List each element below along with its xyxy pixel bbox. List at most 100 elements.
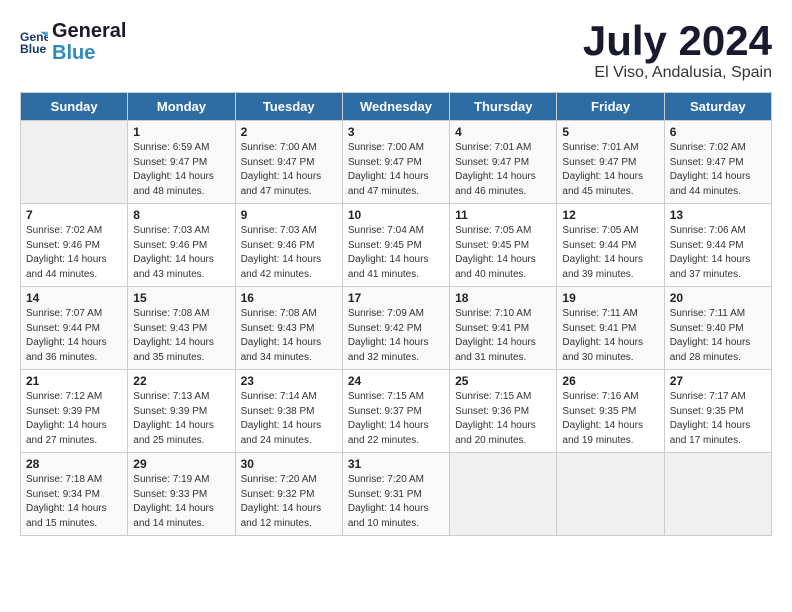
calendar-week-row: 7 Sunrise: 7:02 AMSunset: 9:46 PMDaylight… [21,204,772,287]
calendar-cell: 7 Sunrise: 7:02 AMSunset: 9:46 PMDaylight… [21,204,128,287]
calendar-cell: 2 Sunrise: 7:00 AMSunset: 9:47 PMDaylight… [235,121,342,204]
weekday-header-saturday: Saturday [664,93,771,121]
calendar-cell [557,453,664,536]
day-number: 21 [26,374,122,388]
calendar-cell: 9 Sunrise: 7:03 AMSunset: 9:46 PMDaylight… [235,204,342,287]
logo-text: General Blue [52,20,126,64]
cell-sun-info: Sunrise: 7:10 AMSunset: 9:41 PMDaylight:… [455,307,551,365]
logo: General Blue General Blue [20,20,126,64]
calendar-cell: 5 Sunrise: 7:01 AMSunset: 9:47 PMDaylight… [557,121,664,204]
cell-sun-info: Sunrise: 7:05 AMSunset: 9:44 PMDaylight:… [562,224,658,282]
location-subtitle: El Viso, Andalusia, Spain [583,64,772,82]
title-area: July 2024 El Viso, Andalusia, Spain [583,20,772,82]
calendar-cell: 26 Sunrise: 7:16 AMSunset: 9:35 PMDayligh… [557,370,664,453]
cell-sun-info: Sunrise: 7:19 AMSunset: 9:33 PMDaylight:… [133,473,229,531]
cell-sun-info: Sunrise: 7:04 AMSunset: 9:45 PMDaylight:… [348,224,444,282]
cell-sun-info: Sunrise: 7:12 AMSunset: 9:39 PMDaylight:… [26,390,122,448]
day-number: 22 [133,374,229,388]
calendar-cell: 25 Sunrise: 7:15 AMSunset: 9:36 PMDayligh… [450,370,557,453]
calendar-week-row: 14 Sunrise: 7:07 AMSunset: 9:44 PMDayligh… [21,287,772,370]
calendar-cell: 8Sunrise: 7:03 AMSunset: 9:46 PMDaylight… [128,204,235,287]
calendar-cell: 21 Sunrise: 7:12 AMSunset: 9:39 PMDayligh… [21,370,128,453]
calendar-cell: 3 Sunrise: 7:00 AMSunset: 9:47 PMDaylight… [342,121,449,204]
calendar-cell: 18Sunrise: 7:10 AMSunset: 9:41 PMDayligh… [450,287,557,370]
cell-sun-info: Sunrise: 7:09 AMSunset: 9:42 PMDaylight:… [348,307,444,365]
day-number: 7 [26,208,122,222]
calendar-cell: 10 Sunrise: 7:04 AMSunset: 9:45 PMDayligh… [342,204,449,287]
calendar-cell: 24Sunrise: 7:15 AMSunset: 9:37 PMDayligh… [342,370,449,453]
calendar-cell: 16 Sunrise: 7:08 AMSunset: 9:43 PMDayligh… [235,287,342,370]
cell-sun-info: Sunrise: 7:16 AMSunset: 9:35 PMDaylight:… [562,390,658,448]
day-number: 2 [241,125,337,139]
day-number: 28 [26,457,122,471]
calendar-cell: 11 Sunrise: 7:05 AMSunset: 9:45 PMDayligh… [450,204,557,287]
logo-icon: General Blue [20,28,48,56]
cell-sun-info: Sunrise: 7:05 AMSunset: 9:45 PMDaylight:… [455,224,551,282]
day-number: 11 [455,208,551,222]
calendar-cell: 22 Sunrise: 7:13 AMSunset: 9:39 PMDayligh… [128,370,235,453]
weekday-header-wednesday: Wednesday [342,93,449,121]
page-header: General Blue General Blue July 2024 El V… [20,20,772,82]
calendar-cell: 13Sunrise: 7:06 AMSunset: 9:44 PMDayligh… [664,204,771,287]
day-number: 27 [670,374,766,388]
calendar-table: SundayMondayTuesdayWednesdayThursdayFrid… [20,92,772,536]
calendar-cell: 28 Sunrise: 7:18 AMSunset: 9:34 PMDayligh… [21,453,128,536]
calendar-cell: 20Sunrise: 7:11 AMSunset: 9:40 PMDayligh… [664,287,771,370]
cell-sun-info: Sunrise: 7:00 AMSunset: 9:47 PMDaylight:… [348,141,444,199]
cell-sun-info: Sunrise: 7:08 AMSunset: 9:43 PMDaylight:… [241,307,337,365]
day-number: 12 [562,208,658,222]
calendar-cell: 17 Sunrise: 7:09 AMSunset: 9:42 PMDayligh… [342,287,449,370]
day-number: 14 [26,291,122,305]
weekday-header-monday: Monday [128,93,235,121]
calendar-cell: 14 Sunrise: 7:07 AMSunset: 9:44 PMDayligh… [21,287,128,370]
day-number: 5 [562,125,658,139]
cell-sun-info: Sunrise: 7:01 AMSunset: 9:47 PMDaylight:… [562,141,658,199]
calendar-week-row: 1Sunrise: 6:59 AMSunset: 9:47 PMDaylight… [21,121,772,204]
cell-sun-info: Sunrise: 7:02 AMSunset: 9:46 PMDaylight:… [26,224,122,282]
day-number: 29 [133,457,229,471]
cell-sun-info: Sunrise: 7:08 AMSunset: 9:43 PMDaylight:… [133,307,229,365]
calendar-cell [450,453,557,536]
calendar-cell: 27 Sunrise: 7:17 AMSunset: 9:35 PMDayligh… [664,370,771,453]
cell-sun-info: Sunrise: 7:18 AMSunset: 9:34 PMDaylight:… [26,473,122,531]
day-number: 31 [348,457,444,471]
calendar-cell: 1Sunrise: 6:59 AMSunset: 9:47 PMDaylight… [128,121,235,204]
day-number: 16 [241,291,337,305]
cell-sun-info: Sunrise: 7:00 AMSunset: 9:47 PMDaylight:… [241,141,337,199]
calendar-cell: 29 Sunrise: 7:19 AMSunset: 9:33 PMDayligh… [128,453,235,536]
cell-sun-info: Sunrise: 7:03 AMSunset: 9:46 PMDaylight:… [133,224,229,282]
cell-sun-info: Sunrise: 6:59 AMSunset: 9:47 PMDaylight:… [133,141,229,199]
calendar-cell: 6Sunrise: 7:02 AMSunset: 9:47 PMDaylight… [664,121,771,204]
cell-sun-info: Sunrise: 7:02 AMSunset: 9:47 PMDaylight:… [670,141,766,199]
calendar-cell: 19 Sunrise: 7:11 AMSunset: 9:41 PMDayligh… [557,287,664,370]
calendar-cell: 31Sunrise: 7:20 AMSunset: 9:31 PMDayligh… [342,453,449,536]
cell-sun-info: Sunrise: 7:03 AMSunset: 9:46 PMDaylight:… [241,224,337,282]
svg-text:Blue: Blue [20,42,47,56]
calendar-cell: 15Sunrise: 7:08 AMSunset: 9:43 PMDayligh… [128,287,235,370]
day-number: 9 [241,208,337,222]
day-number: 10 [348,208,444,222]
cell-sun-info: Sunrise: 7:20 AMSunset: 9:32 PMDaylight:… [241,473,337,531]
weekday-header-thursday: Thursday [450,93,557,121]
day-number: 30 [241,457,337,471]
weekday-header-row: SundayMondayTuesdayWednesdayThursdayFrid… [21,93,772,121]
cell-sun-info: Sunrise: 7:11 AMSunset: 9:41 PMDaylight:… [562,307,658,365]
cell-sun-info: Sunrise: 7:15 AMSunset: 9:36 PMDaylight:… [455,390,551,448]
day-number: 3 [348,125,444,139]
cell-sun-info: Sunrise: 7:13 AMSunset: 9:39 PMDaylight:… [133,390,229,448]
month-year-title: July 2024 [583,20,772,62]
day-number: 25 [455,374,551,388]
day-number: 19 [562,291,658,305]
calendar-cell [21,121,128,204]
calendar-cell: 23Sunrise: 7:14 AMSunset: 9:38 PMDayligh… [235,370,342,453]
weekday-header-friday: Friday [557,93,664,121]
day-number: 23 [241,374,337,388]
cell-sun-info: Sunrise: 7:17 AMSunset: 9:35 PMDaylight:… [670,390,766,448]
day-number: 17 [348,291,444,305]
calendar-week-row: 21 Sunrise: 7:12 AMSunset: 9:39 PMDayligh… [21,370,772,453]
cell-sun-info: Sunrise: 7:07 AMSunset: 9:44 PMDaylight:… [26,307,122,365]
calendar-cell: 4Sunrise: 7:01 AMSunset: 9:47 PMDaylight… [450,121,557,204]
day-number: 20 [670,291,766,305]
day-number: 26 [562,374,658,388]
weekday-header-tuesday: Tuesday [235,93,342,121]
